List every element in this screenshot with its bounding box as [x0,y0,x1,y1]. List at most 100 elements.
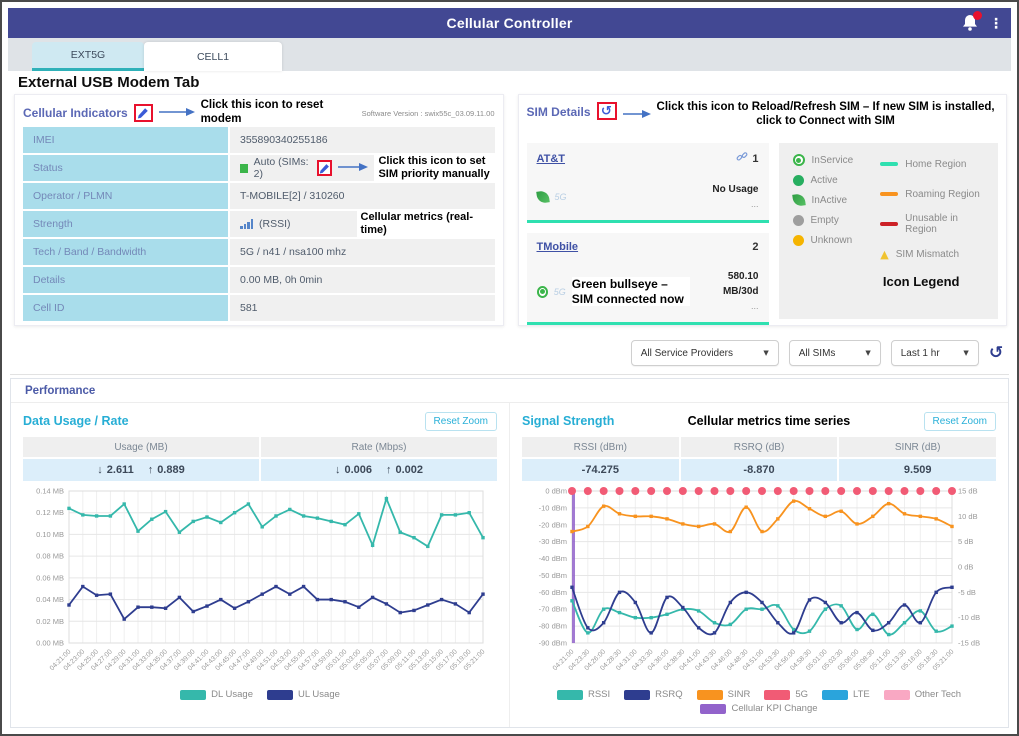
svg-text:0.14 MB: 0.14 MB [36,487,64,496]
sim-card-tmobile: TMobile 2 5G Green bullseye – SIM connec… [527,233,769,325]
reset-zoom-button[interactable]: Reset Zoom [425,412,497,431]
section-divider [10,374,1009,375]
legend-item: ▲SIM Mismatch [880,247,992,261]
indicator-label: Status [23,155,228,181]
kebab-menu-icon[interactable]: ⋮ [989,16,1003,30]
tab-ext5g[interactable]: EXT5G [32,42,144,71]
legend-item: Active [793,173,881,187]
sinr-header: SINR (dB) [839,437,996,457]
data-usage-title: Data Usage / Rate [23,414,129,428]
reload-sim-refresh-icon[interactable]: ↻ [597,102,617,120]
down-arrow: ↓ [335,464,341,476]
warning-triangle-icon: ▲ [880,249,888,260]
indicator-row: Operator / PLMNT-MOBILE[2] / 310260 [23,183,495,209]
svg-text:0.02 MB: 0.02 MB [36,617,64,626]
leaf-icon [536,190,550,204]
data-usage-section: Data Usage / Rate Reset Zoom Usage (MB) … [11,403,509,727]
tab-cell1[interactable]: CELL1 [144,42,282,71]
chart-legend-item: Cellular KPI Change [700,703,817,714]
page-heading: External USB Modem Tab [18,74,199,91]
refresh-charts-icon[interactable]: ↻ [989,343,1003,363]
svg-text:-20 dBm: -20 dBm [539,520,567,529]
svg-text:-10 dB: -10 dB [958,613,980,622]
bullseye-icon [793,154,805,166]
svg-text:0.00 MB: 0.00 MB [36,639,64,648]
service-provider-select[interactable]: All Service Providers▼ [631,340,779,366]
svg-text:-10 dBm: -10 dBm [539,503,567,512]
svg-text:-15 dB: -15 dB [958,639,980,648]
performance-panel: Performance Data Usage / Rate Reset Zoom… [10,378,1009,728]
indicator-label: Operator / PLMN [23,183,228,209]
svg-text:-30 dBm: -30 dBm [539,537,567,546]
chart-legend-item: 5G [764,689,808,700]
indicator-value: 0.00 MB, 0h 0min [230,267,495,293]
software-version: Software Version : swix55c_03.09.11.00 [362,109,495,118]
svg-text:-70 dBm: -70 dBm [539,605,567,614]
svg-text:-40 dBm: -40 dBm [539,554,567,563]
rsrq-value: -8.870 [681,459,838,481]
time-series-annotation: Cellular metrics time series [688,414,851,428]
chart-legend-item: Other Tech [884,689,961,700]
indicator-value: 355890340255186 [230,127,495,153]
status-green-square [240,164,248,173]
rssi-header: RSSI (dBm) [522,437,679,457]
svg-text:-90 dBm: -90 dBm [539,639,567,648]
reset-modem-pencil-icon[interactable] [134,104,153,122]
data-usage-legend: DL UsageUL Usage [23,689,497,700]
leaf-icon [792,193,806,207]
rate-header: Rate (Mbps) [261,437,497,457]
dash-icon [880,192,898,196]
svg-text:0.08 MB: 0.08 MB [36,552,64,561]
icon-legend-caption: Icon Legend [844,274,998,289]
link-icon [736,151,748,166]
usage-values: ↓2.611 ↑0.889 [23,459,259,481]
sim-details-title: SIM Details [527,105,591,119]
bullseye-annotation: Green bullseye – SIM connected now [572,277,690,306]
svg-text:5 dB: 5 dB [958,537,973,546]
sim-provider-link[interactable]: AT&T [537,153,566,165]
callout-arrow-icon [159,104,195,122]
time-range-select[interactable]: Last 1 hr▼ [891,340,979,366]
sim-usage: No Usage ... [712,182,758,212]
sim-priority-annotation: Click this icon to set SIM priority manu… [374,154,494,181]
sim-tech-label: 5G [554,287,566,297]
svg-text:-80 dBm: -80 dBm [539,622,567,631]
callout-arrow-icon [338,162,368,175]
sim-details-panel: SIM Details ↻ Click this icon to Reload/… [518,94,1008,326]
svg-text:10 dB: 10 dB [958,512,978,521]
sim-slot-number: 1 [752,153,758,165]
down-arrow: ↓ [97,464,103,476]
signal-legend-row2: Cellular KPI Change [522,703,996,714]
indicator-row: StatusAuto (SIMs: 2)Click this icon to s… [23,155,495,181]
sim-slot-number: 2 [752,241,758,253]
tab-strip: EXT5G CELL1 [8,38,1011,71]
svg-text:0 dBm: 0 dBm [545,487,567,496]
realtime-metrics-annotation: Cellular metrics (real-time) [357,210,495,237]
sim-priority-pencil-icon[interactable] [317,160,333,176]
indicator-row: Details0.00 MB, 0h 0min [23,267,495,293]
signal-strength-chart[interactable]: 0 dBm-10 dBm-20 dBm-30 dBm-40 dBm-50 dBm… [522,483,992,695]
app-window: Cellular Controller ⋮ EXT5G CELL1 Extern… [0,0,1019,736]
svg-text:15 dB: 15 dB [958,487,978,496]
callout-arrow-icon [623,106,651,124]
sim-provider-link[interactable]: TMobile [537,241,579,253]
usage-header: Usage (MB) [23,437,259,457]
signal-legend-row1: RSSIRSRQSINR5GLTEOther Tech [522,689,996,700]
legend-item: InService [793,153,881,167]
sims-select[interactable]: All SIMs▼ [789,340,881,366]
reset-zoom-button[interactable]: Reset Zoom [924,412,996,431]
indicator-value: Auto (SIMs: 2)Click this icon to set SIM… [230,155,495,181]
indicator-label: IMEI [23,127,228,153]
data-usage-chart[interactable]: 0.00 MB0.02 MB0.04 MB0.06 MB0.08 MB0.10 … [23,483,493,695]
indicator-label: Cell ID [23,295,228,321]
svg-text:-5 dB: -5 dB [958,588,976,597]
bell-icon[interactable] [961,13,979,33]
sim-icon-legend: InServiceActiveInActiveEmptyUnknown Home… [779,143,999,319]
cellular-indicators-panel: Cellular Indicators Click this icon to r… [14,94,504,326]
indicator-row: Cell ID581 [23,295,495,321]
sim-usage: 580.10 MB/30d ... [696,269,759,314]
legend-item: Roaming Region [880,187,992,201]
indicator-value: 5G / n41 / nsa100 mhz [230,239,495,265]
cellular-indicators-title: Cellular Indicators [23,106,128,120]
chart-legend-item: DL Usage [180,689,253,700]
